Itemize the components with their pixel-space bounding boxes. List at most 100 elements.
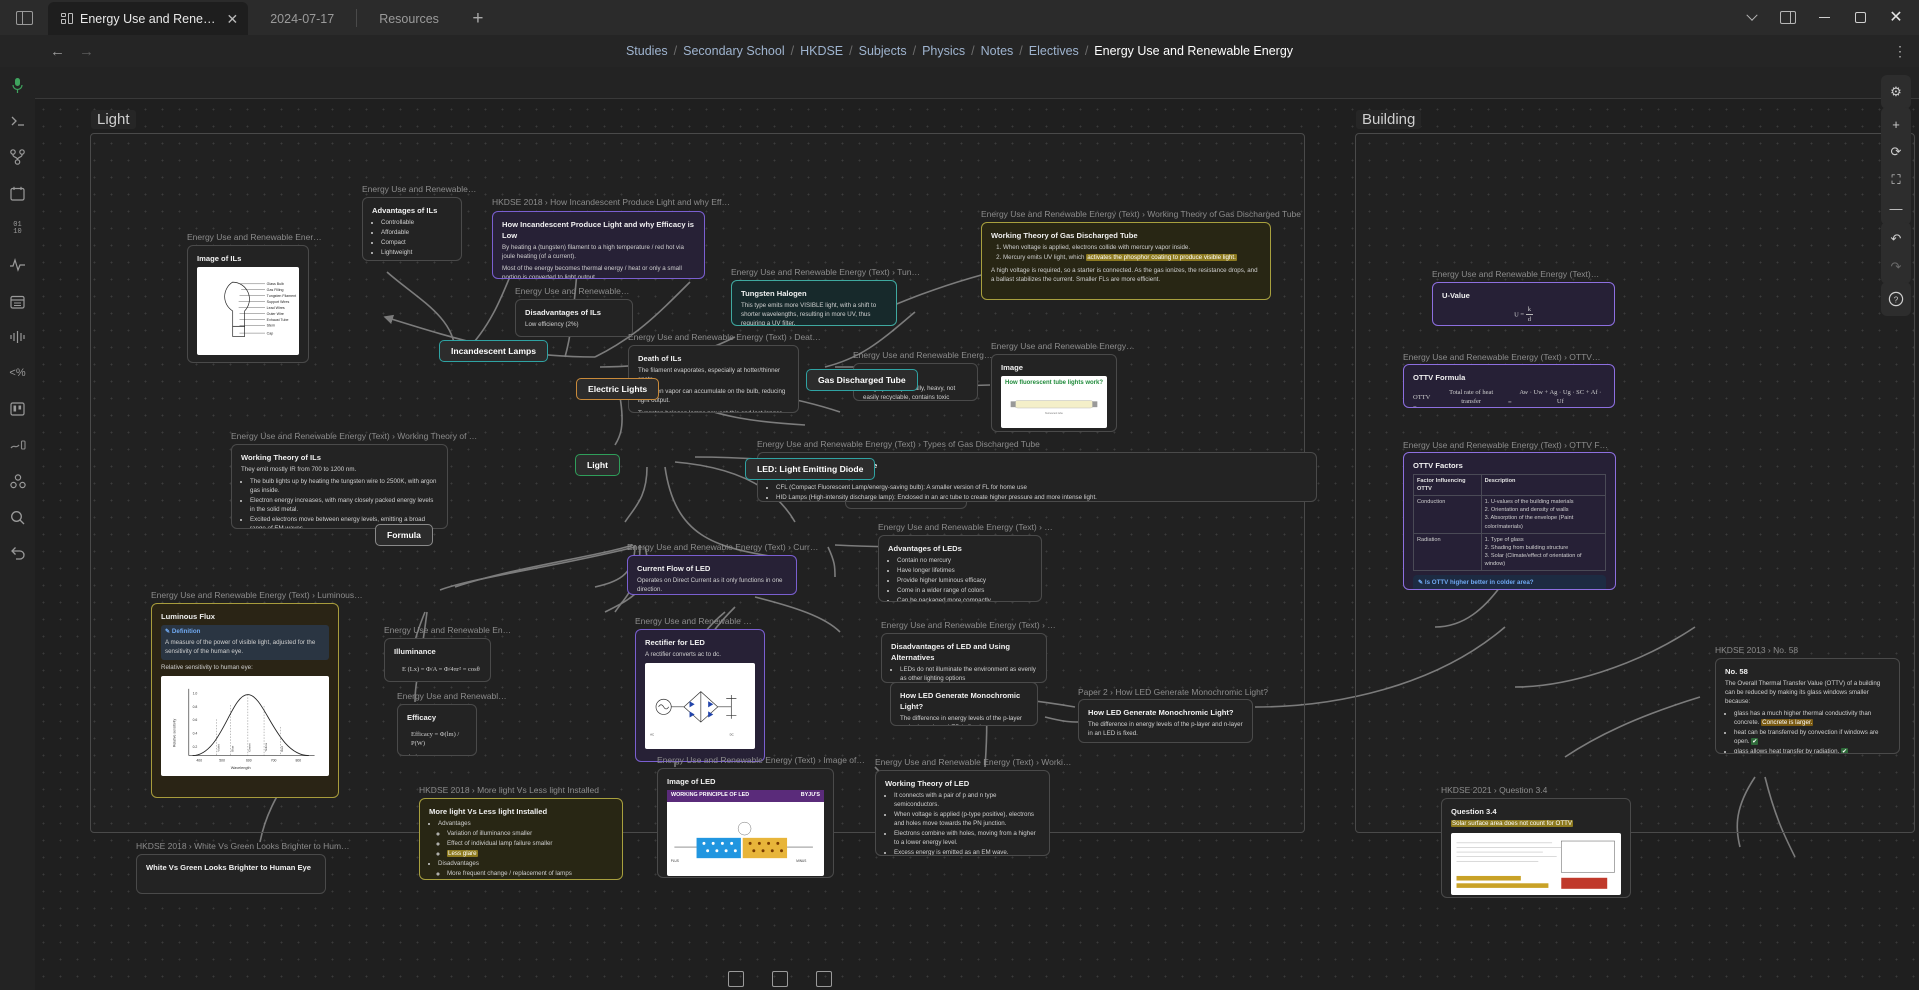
card-u-value[interactable]: U-Value U = kd General U-Value table: bbox=[1432, 282, 1615, 326]
card-ordered-list: When voltage is applied, electrons colli… bbox=[1003, 244, 1261, 263]
card-more-light-vs-less-light[interactable]: More light Vs Less light Installed Advan… bbox=[419, 798, 623, 880]
molecule-icon[interactable] bbox=[6, 469, 30, 493]
node-electric-lights[interactable]: Electric Lights bbox=[576, 378, 659, 400]
card-how-incandescent-produce-light[interactable]: How Incandescent Produce Light and why E… bbox=[492, 211, 705, 279]
node-led[interactable]: LED: Light Emitting Diode bbox=[745, 458, 875, 480]
mindmap-canvas[interactable]: Light Building Energy Use and Renewable … bbox=[35, 67, 1919, 990]
card-disadvantages-of-ils[interactable]: Disadvantages of ILs Low efficiency (2%) bbox=[515, 299, 633, 337]
undo-icon[interactable] bbox=[6, 541, 30, 565]
card-image-fluorescent[interactable]: Image How fluorescent tube lights work? … bbox=[991, 354, 1117, 432]
new-tab-button[interactable]: + bbox=[461, 2, 495, 35]
breadcrumb-secondary-school[interactable]: Secondary School bbox=[683, 44, 784, 58]
node-light[interactable]: Light bbox=[575, 454, 620, 476]
card-advantages-of-leds[interactable]: Advantages of LEDs Contain no mercury Ha… bbox=[878, 535, 1042, 602]
definition-box: ✎ Definition A measure of the power of v… bbox=[161, 625, 329, 660]
minimize-button[interactable] bbox=[1807, 3, 1841, 33]
svg-text:Green: Green bbox=[248, 743, 252, 752]
breadcrumb-current: Energy Use and Renewable Energy bbox=[1094, 44, 1293, 58]
agenda-icon[interactable] bbox=[6, 289, 30, 313]
card-efficacy[interactable]: Efficacy Efficacy = Φ(lm) / P(W) Φ: Lume… bbox=[397, 704, 477, 756]
card-bullets: Advantages Variation of illuminance smal… bbox=[438, 820, 613, 880]
card-working-theory-of-led[interactable]: Working Theory of LED It connects with a… bbox=[875, 770, 1050, 856]
window-close-button[interactable]: ✕ bbox=[1879, 3, 1913, 33]
breadcrumb-studies[interactable]: Studies bbox=[626, 44, 668, 58]
tab-resources[interactable]: Resources bbox=[357, 2, 461, 35]
formula-numerator: k bbox=[1526, 305, 1533, 315]
maximize-button[interactable] bbox=[1843, 3, 1877, 33]
card-ottv-factors[interactable]: OTTV Factors Factor Influencing OTTV Des… bbox=[1403, 452, 1616, 590]
tab-2024-07-17[interactable]: 2024-07-17 bbox=[248, 2, 356, 35]
card-how-led-generate-monochromic-light-a[interactable]: How LED Generate Monochromic Light? The … bbox=[890, 682, 1038, 726]
formula-illuminance: E (Lx) = Φ/A = Φ/4πr² = cosθ bbox=[402, 665, 480, 674]
node-formula[interactable]: Formula bbox=[375, 524, 433, 546]
waveform-icon[interactable] bbox=[6, 325, 30, 349]
node-gas-discharged-tube[interactable]: Gas Discharged Tube bbox=[806, 369, 918, 391]
breadcrumb-notes[interactable]: Notes bbox=[981, 44, 1014, 58]
document-icon[interactable] bbox=[816, 971, 832, 987]
tab-menu-button[interactable] bbox=[1735, 3, 1769, 33]
card-ottv-formula[interactable]: OTTV Formula OTTV = Total rate of heat t… bbox=[1403, 364, 1615, 408]
card-illuminance[interactable]: Illuminance E (Lx) = Φ/A = Φ/4πr² = cosθ bbox=[384, 638, 491, 682]
close-icon[interactable]: ✕ bbox=[227, 12, 239, 26]
bullet: Excess energy is emitted as an EM wave. bbox=[894, 849, 1040, 856]
terminal-icon[interactable] bbox=[6, 109, 30, 133]
card-image-of-ils[interactable]: Image of ILs Glass BulbGas Filling Tungs bbox=[187, 245, 309, 363]
calendar-icon[interactable] bbox=[6, 181, 30, 205]
split-panel-button[interactable] bbox=[1771, 3, 1805, 33]
undo-button[interactable]: ↶ bbox=[1883, 226, 1909, 252]
bullet: Provide higher luminous efficacy bbox=[897, 577, 1032, 586]
breadcrumb-hkdse[interactable]: HKDSE bbox=[800, 44, 843, 58]
tab-energy-use[interactable]: Energy Use and Rene… ✕ bbox=[48, 2, 248, 35]
activity-icon[interactable] bbox=[6, 253, 30, 277]
card-white-vs-green[interactable]: White Vs Green Looks Brighter to Human E… bbox=[136, 854, 326, 894]
card-caption: Energy Use and Renewable Energy (Text)… bbox=[1432, 269, 1599, 279]
card-hkdse-2021-q34[interactable]: Question 3.4 Solar surface area does not… bbox=[1441, 798, 1631, 898]
breadcrumb-subjects[interactable]: Subjects bbox=[859, 44, 907, 58]
binary-icon[interactable]: 0110 bbox=[6, 217, 30, 241]
formula-note: Φ: Lumen bbox=[407, 754, 467, 756]
toggle-sidebar-button[interactable] bbox=[0, 0, 48, 35]
card-current-flow-of-led[interactable]: Current Flow of LED Operates on Direct C… bbox=[627, 555, 797, 595]
question-label: Is OTTV higher better in colder area? bbox=[1425, 579, 1534, 586]
reset-view-button[interactable]: ⟳ bbox=[1883, 139, 1909, 165]
card-image-of-led[interactable]: Image of LED WORKING PRINCIPLE OF LED BY… bbox=[657, 768, 834, 878]
bullet: HID Lamps (High-intensity discharge lamp… bbox=[776, 494, 1307, 502]
handwriting-icon[interactable] bbox=[6, 433, 30, 457]
card-title: Death of ILs bbox=[638, 353, 789, 364]
card-title: U-Value bbox=[1442, 290, 1605, 301]
fit-view-button[interactable]: ⛶ bbox=[1883, 167, 1909, 193]
group-building-label[interactable]: Building bbox=[1356, 110, 1421, 129]
search-icon[interactable] bbox=[6, 505, 30, 529]
card-how-led-generate-monochromic-light-b[interactable]: How LED Generate Monochromic Light? The … bbox=[1078, 699, 1253, 743]
zoom-in-button[interactable]: + bbox=[1883, 111, 1909, 137]
card-hkdse-2013-no58[interactable]: No. 58 The Overall Thermal Transfer Valu… bbox=[1715, 658, 1900, 754]
copy-icon[interactable] bbox=[772, 971, 788, 987]
node-incandescent-lamps[interactable]: Incandescent Lamps bbox=[439, 340, 548, 362]
git-branch-icon[interactable] bbox=[6, 145, 30, 169]
code-percent-icon[interactable]: <% bbox=[6, 361, 30, 385]
card-tungsten-halogen[interactable]: Tungsten Halogen This type emits more VI… bbox=[731, 280, 897, 326]
card-working-theory-of-ils[interactable]: Working Theory of ILs They emit mostly I… bbox=[231, 444, 448, 529]
breadcrumb-electives[interactable]: Electives bbox=[1029, 44, 1079, 58]
breadcrumb-sep: / bbox=[791, 44, 794, 58]
card-luminous-flux[interactable]: Luminous Flux ✎ Definition A measure of … bbox=[151, 603, 339, 798]
card-working-theory-gas-discharged-tube[interactable]: Working Theory of Gas Discharged Tube Wh… bbox=[981, 222, 1271, 300]
image-title: WORKING PRINCIPLE OF LED bbox=[671, 792, 749, 800]
card-rectifier-for-led[interactable]: Rectifier for LED A rectifier converts a… bbox=[635, 629, 765, 762]
nav-more-button[interactable]: ⋮ bbox=[1893, 43, 1919, 60]
settings-icon[interactable]: ⚙ bbox=[1883, 79, 1909, 105]
tab-label: 2024-07-17 bbox=[270, 12, 334, 26]
back-button[interactable]: ← bbox=[50, 44, 65, 59]
kanban-icon[interactable] bbox=[6, 397, 30, 421]
help-button[interactable]: ? bbox=[1883, 286, 1909, 312]
redo-button[interactable]: ↷ bbox=[1883, 254, 1909, 280]
group-light-label[interactable]: Light bbox=[91, 110, 136, 129]
zoom-out-button[interactable]: — bbox=[1883, 195, 1909, 221]
card-advantages-of-ils[interactable]: Advantages of ILs Controllable Affordabl… bbox=[362, 197, 462, 261]
sensitivity-curve-chart: 1.00.80.6 0.40.2 400500600 700800 Wavele… bbox=[161, 676, 329, 776]
mic-icon[interactable] bbox=[6, 73, 30, 97]
card-disadvantages-of-led[interactable]: Disadvantages of LED and Using Alternati… bbox=[881, 633, 1047, 683]
note-icon[interactable] bbox=[728, 971, 744, 987]
breadcrumb-physics[interactable]: Physics bbox=[922, 44, 965, 58]
forward-button[interactable]: → bbox=[79, 44, 94, 59]
